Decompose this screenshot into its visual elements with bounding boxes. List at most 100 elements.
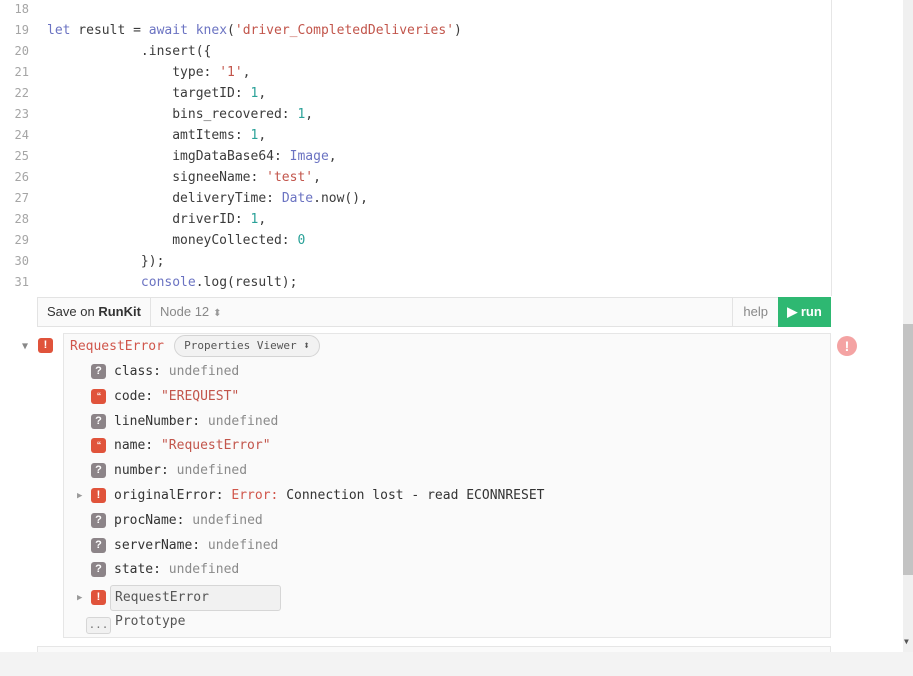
code-token: , — [313, 170, 321, 185]
line-number: 23 — [14, 107, 29, 121]
help-button[interactable]: help — [732, 298, 778, 326]
expand-prototype-icon[interactable]: ▶ — [77, 593, 82, 603]
property-key: lineNumber: — [114, 413, 208, 429]
code-text: .insert({ — [47, 41, 211, 62]
property-value: "RequestError" — [160, 438, 271, 454]
unknown-type-icon: ? — [91, 537, 106, 553]
code-line[interactable]: 23 bins_recovered: 1, — [0, 104, 831, 125]
code-line[interactable]: 18 — [0, 0, 831, 20]
bottom-bar — [0, 652, 913, 676]
code-line[interactable]: 30 }); — [0, 251, 831, 272]
run-button[interactable]: ▶ run — [778, 297, 831, 327]
more-properties-button[interactable]: ... — [86, 617, 111, 634]
code-text: deliveryTime: Date.now(), — [47, 188, 368, 209]
property-name: name: "RequestError" — [114, 437, 271, 455]
property-key: number: — [114, 463, 177, 479]
viewer-label: Properties Viewer — [184, 339, 297, 352]
run-label: run — [800, 304, 822, 319]
line-number: 31 — [14, 275, 29, 289]
code-token: .insert({ — [47, 44, 212, 59]
error-type-label: Error: — [231, 488, 287, 503]
updown-icon: ⬍ — [303, 339, 310, 352]
code-token: type: — [47, 65, 220, 80]
code-line[interactable]: 24 amtItems: 1, — [0, 125, 831, 146]
code-line[interactable]: 20 .insert({ — [0, 41, 831, 62]
line-number: 26 — [14, 170, 29, 184]
code-text: signeeName: 'test', — [47, 167, 321, 188]
code-token: Date — [281, 191, 314, 206]
code-text: console.log(result); — [47, 272, 298, 293]
code-token: , — [258, 128, 267, 143]
line-number: 29 — [14, 233, 29, 247]
code-line[interactable]: 25 imgDataBase64: Image, — [0, 146, 831, 167]
node-version-select[interactable]: Node 12 ⬍ — [160, 298, 222, 326]
property-state: state: undefined — [114, 561, 239, 579]
save-on-runkit-button[interactable]: Save on RunKit — [38, 298, 151, 326]
code-line[interactable]: 26 signeeName: 'test', — [0, 167, 831, 188]
code-line[interactable]: 29 moneyCollected: 0 — [0, 230, 831, 251]
unknown-type-icon: ? — [91, 562, 106, 578]
code-token: knex — [195, 23, 228, 38]
error-badge-icon: ! — [38, 338, 53, 353]
code-line[interactable]: 22 targetID: 1, — [0, 83, 831, 104]
code-token: , — [305, 107, 314, 122]
code-token: bins_recovered: — [47, 107, 298, 122]
property-lineNumber: lineNumber: undefined — [114, 413, 278, 431]
code-token: 'driver_CompletedDeliveries' — [234, 23, 455, 38]
runkit-brand: RunKit — [98, 304, 141, 319]
property-value: "EREQUEST" — [160, 388, 240, 404]
code-token: driverID: — [47, 212, 251, 227]
expand-original-error-icon[interactable]: ▶ — [77, 491, 82, 501]
code-text: bins_recovered: 1, — [47, 104, 313, 125]
unknown-type-icon: ? — [91, 512, 106, 528]
code-token: , — [328, 149, 337, 164]
code-token: .log(result); — [195, 275, 298, 290]
code-token: console — [140, 275, 196, 290]
unknown-type-icon: ? — [91, 463, 106, 479]
property-originalError[interactable]: originalError: Error: Connection lost - … — [114, 487, 544, 505]
code-text: targetID: 1, — [47, 83, 266, 104]
line-number: 18 — [14, 2, 29, 16]
code-token: let — [47, 23, 71, 38]
line-number: 22 — [14, 86, 29, 100]
property-value: undefined — [192, 512, 263, 528]
unknown-type-icon: ? — [91, 413, 106, 429]
line-number: 27 — [14, 191, 29, 205]
code-text: }); — [47, 251, 165, 272]
code-text: let result = await knex('driver_Complete… — [47, 20, 462, 41]
property-value: undefined — [168, 562, 240, 578]
code-token: }); — [47, 254, 165, 269]
scroll-down-icon[interactable]: ▼ — [904, 637, 909, 646]
property-key: originalError: — [114, 488, 232, 503]
property-value: undefined — [176, 463, 248, 479]
property-value: undefined — [168, 364, 240, 379]
code-token: amtItems: — [47, 128, 251, 143]
code-token: ( — [227, 23, 235, 38]
code-token: signeeName: — [47, 170, 267, 185]
code-editor[interactable]: 18 19 let result = await knex('driver_Comp… — [0, 0, 832, 296]
code-text: amtItems: 1, — [47, 125, 266, 146]
code-line[interactable]: 21 type: '1', — [0, 62, 831, 83]
code-token: targetID: — [47, 86, 251, 101]
line-number: 19 — [14, 23, 29, 37]
line-number: 24 — [14, 128, 29, 142]
code-token: .now(), — [313, 191, 368, 206]
prototype-toggle[interactable]: RequestError Prototype — [110, 585, 281, 629]
save-prefix: Save on — [47, 304, 99, 319]
property-key: name: — [114, 438, 161, 454]
code-line[interactable]: 19 let result = await knex('driver_Comple… — [0, 20, 831, 41]
play-icon: ▶ — [787, 304, 798, 319]
code-line[interactable]: 27 deliveryTime: Date.now(), — [0, 188, 831, 209]
property-code: code: "EREQUEST" — [114, 388, 239, 406]
code-line[interactable]: 31 console.log(result); — [0, 272, 831, 293]
collapse-output-icon[interactable]: ▼ — [22, 341, 28, 352]
line-number: 20 — [14, 44, 29, 58]
scrollbar-thumb[interactable] — [903, 324, 913, 575]
properties-viewer-select[interactable]: Properties Viewer ⬍ — [174, 335, 320, 357]
property-key: code: — [114, 388, 161, 404]
code-token: 0 — [297, 233, 306, 248]
property-key: state: — [114, 562, 169, 578]
code-line[interactable]: 28 driverID: 1, — [0, 209, 831, 230]
